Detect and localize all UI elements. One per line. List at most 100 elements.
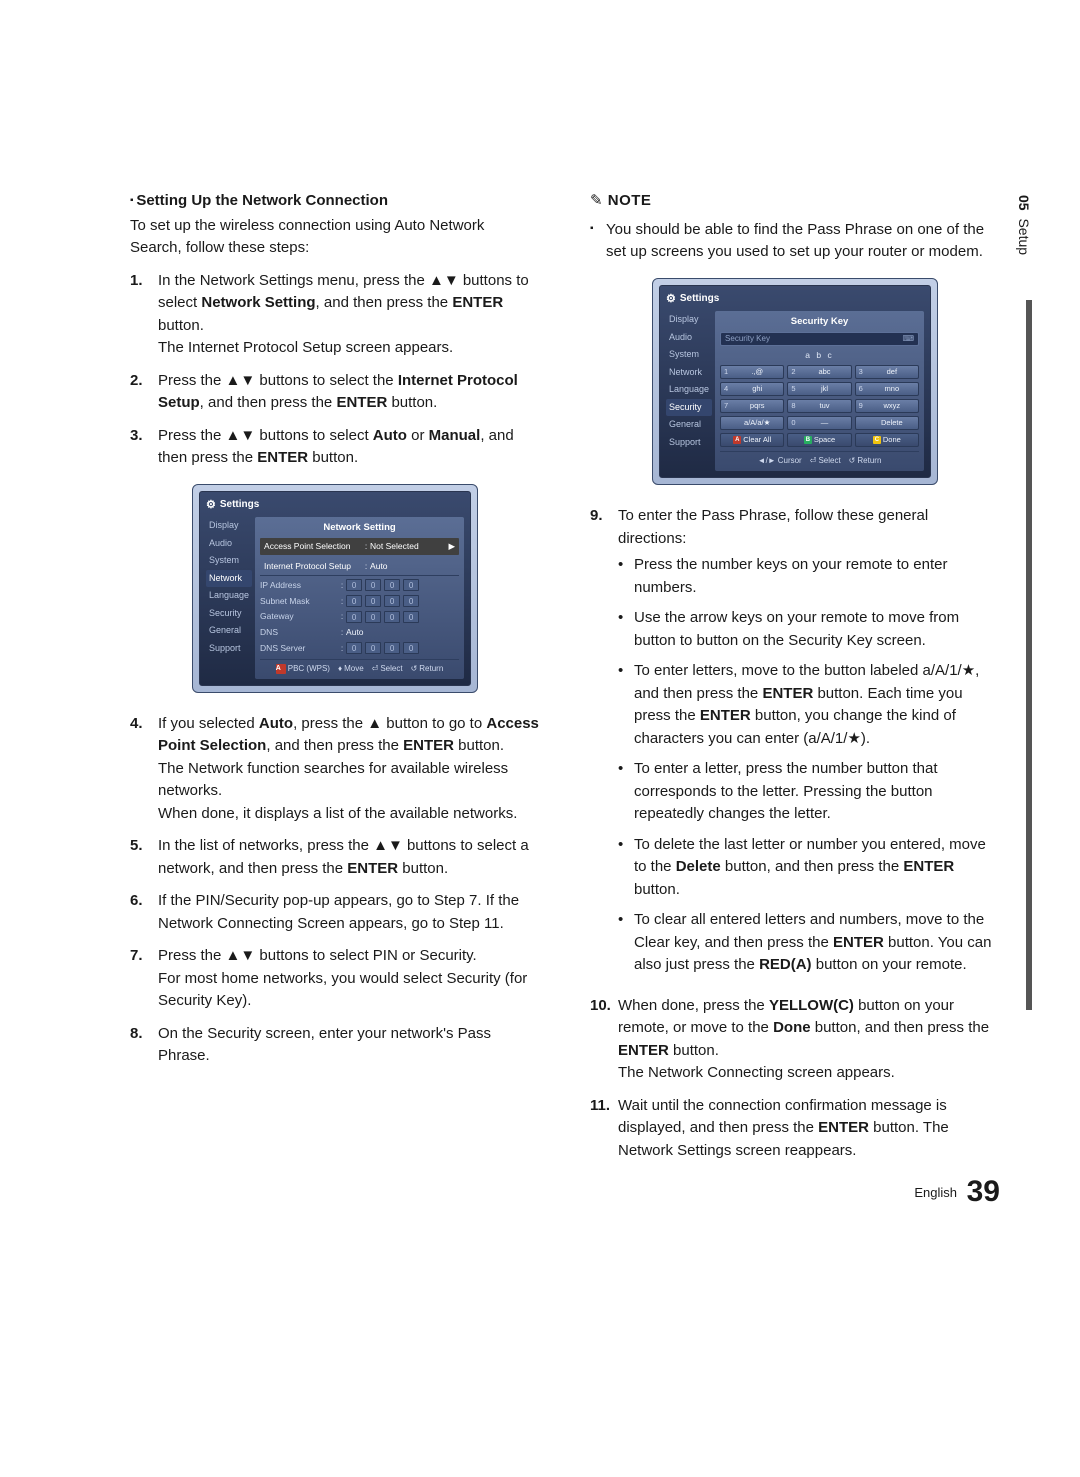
- shot-tab: System: [666, 346, 712, 364]
- shot-tab: Support: [666, 434, 712, 452]
- bullet-item: Use the arrow keys on your remote to mov…: [618, 607, 1000, 652]
- intro-para: To set up the wireless connection using …: [130, 215, 540, 260]
- keypad-key: 2abc: [787, 365, 851, 379]
- ip-field-row: IP Address:0000: [260, 579, 459, 592]
- step-body: Press the ▲▼ buttons to select Auto or M…: [158, 425, 540, 470]
- chevron-right-icon: ▶: [448, 540, 455, 553]
- step-body: To enter the Pass Phrase, follow these g…: [618, 505, 1000, 985]
- shot1-title: Settings: [206, 497, 464, 514]
- keypad-key: 0—: [787, 416, 851, 430]
- step-item: 9.To enter the Pass Phrase, follow these…: [590, 505, 1000, 985]
- shot2-title: Settings: [666, 291, 924, 308]
- step-number: 1.: [130, 270, 158, 360]
- footer-page: 39: [967, 1175, 1000, 1208]
- keypad-key: 7pqrs: [720, 399, 784, 413]
- step-body: In the list of networks, press the ▲▼ bu…: [158, 835, 540, 880]
- shot-tab: System: [206, 552, 252, 570]
- shot2-guide: ◄/► Cursor ⏎ Select ↺ Return: [720, 451, 919, 467]
- security-key-input: Security Key ⌨: [720, 332, 919, 346]
- step-number: 7.: [130, 945, 158, 1013]
- access-point-row: Access Point Selection : Not Selected ▶: [260, 538, 459, 555]
- side-tab: 05 Setup: [1016, 195, 1032, 255]
- keypad-key: 6mno: [855, 382, 919, 396]
- ip-setup-row: Internet Protocol Setup : Auto: [260, 558, 459, 576]
- shot-tab: Support: [206, 640, 252, 658]
- shot-tab: General: [206, 622, 252, 640]
- step-item: 4.If you selected Auto, press the ▲ butt…: [130, 713, 540, 826]
- step-number: 8.: [130, 1023, 158, 1068]
- done-key: CDone: [855, 433, 919, 447]
- step-number: 4.: [130, 713, 158, 826]
- step-item: 11.Wait until the connection confirmatio…: [590, 1095, 1000, 1163]
- clear-all-key: AClear All: [720, 433, 784, 447]
- step-item: 6.If the PIN/Security pop-up appears, go…: [130, 890, 540, 935]
- shot1-panel-title: Network Setting: [260, 521, 459, 535]
- keypad-key: Delete: [855, 416, 919, 430]
- shot-tab: Display: [666, 311, 712, 329]
- step-item: 8.On the Security screen, enter your net…: [130, 1023, 540, 1068]
- step-body: If the PIN/Security pop-up appears, go t…: [158, 890, 540, 935]
- step-item: 1.In the Network Settings menu, press th…: [130, 270, 540, 360]
- keypad-key: 8tuv: [787, 399, 851, 413]
- bullet-item: Press the number keys on your remote to …: [618, 554, 1000, 599]
- red-a-icon: A: [276, 664, 286, 674]
- keypad-key: 9wxyz: [855, 399, 919, 413]
- ip-field-row: Subnet Mask:0000: [260, 595, 459, 608]
- step-item: 5.In the list of networks, press the ▲▼ …: [130, 835, 540, 880]
- step-number: 11.: [590, 1095, 618, 1163]
- step-item: 7.Press the ▲▼ buttons to select PIN or …: [130, 945, 540, 1013]
- keypad-key: 5jkl: [787, 382, 851, 396]
- step-number: 5.: [130, 835, 158, 880]
- keypad-key: 4ghi: [720, 382, 784, 396]
- step-item: 3.Press the ▲▼ buttons to select Auto or…: [130, 425, 540, 470]
- right-column: NOTE You should be able to find the Pass…: [590, 190, 1000, 1172]
- bullet-item: To clear all entered letters and numbers…: [618, 909, 1000, 977]
- step-number: 9.: [590, 505, 618, 985]
- step-number: 10.: [590, 995, 618, 1085]
- side-tab-label: Setup: [1016, 218, 1032, 255]
- abc-row: a b c: [720, 349, 919, 362]
- section-heading: Setting Up the Network Connection: [130, 190, 540, 213]
- step-body: Press the ▲▼ buttons to select the Inter…: [158, 370, 540, 415]
- bullet-item: To enter a letter, press the number butt…: [618, 758, 1000, 826]
- shot-tab: Network: [206, 570, 252, 588]
- keypad-key: 1.,@: [720, 365, 784, 379]
- shot2-panel-title: Security Key: [720, 315, 919, 329]
- shot-tab: Display: [206, 517, 252, 535]
- shot-tab: General: [666, 416, 712, 434]
- note-item: You should be able to find the Pass Phra…: [590, 219, 1000, 264]
- step-body: Wait until the connection confirmation m…: [618, 1095, 1000, 1163]
- note-heading: NOTE: [590, 190, 1000, 213]
- step-body: If you selected Auto, press the ▲ button…: [158, 713, 540, 826]
- bullet-item: To delete the last letter or number you …: [618, 834, 1000, 902]
- step-item: 2.Press the ▲▼ buttons to select the Int…: [130, 370, 540, 415]
- shot-tab: Network: [666, 364, 712, 382]
- step-number: 3.: [130, 425, 158, 470]
- step-number: 2.: [130, 370, 158, 415]
- step-body: When done, press the YELLOW(C) button on…: [618, 995, 1000, 1085]
- step-body: On the Security screen, enter your netwo…: [158, 1023, 540, 1068]
- footer-lang: English: [914, 1185, 957, 1200]
- keypad-key: a/A/a/★: [720, 416, 784, 430]
- step-body: Press the ▲▼ buttons to select PIN or Se…: [158, 945, 540, 1013]
- page-footer: English 39: [914, 1175, 1000, 1209]
- shot-tab: Security: [206, 605, 252, 623]
- screenshot-security-key: Settings DisplayAudioSystemNetworkLangua…: [652, 278, 938, 486]
- dns-row: DNS : Auto: [260, 626, 459, 639]
- step-item: 10.When done, press the YELLOW(C) button…: [590, 995, 1000, 1085]
- shot-tab: Language: [666, 381, 712, 399]
- side-stripe: [1026, 300, 1032, 1010]
- ip-field-row: Gateway:0000: [260, 610, 459, 623]
- left-column: Setting Up the Network Connection To set…: [130, 190, 540, 1172]
- keyboard-icon: ⌨: [902, 333, 914, 345]
- keypad-key: 3def: [855, 365, 919, 379]
- dns-server-row: DNS Server : 0000: [260, 642, 459, 655]
- bullet-item: To enter letters, move to the button lab…: [618, 660, 1000, 750]
- space-key: BSpace: [787, 433, 851, 447]
- shot-tab: Audio: [666, 329, 712, 347]
- side-tab-num: 05: [1016, 195, 1032, 211]
- step-number: 6.: [130, 890, 158, 935]
- shot-tab: Security: [666, 399, 712, 417]
- shot-tab: Audio: [206, 535, 252, 553]
- shot-tab: Language: [206, 587, 252, 605]
